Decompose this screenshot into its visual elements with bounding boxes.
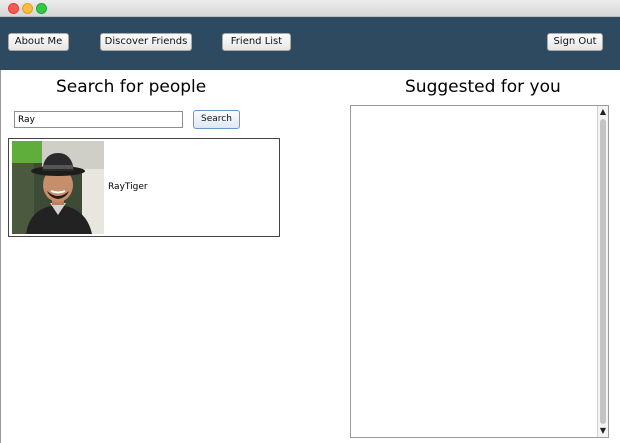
close-window-button[interactable]: [8, 3, 19, 14]
maximize-window-button[interactable]: [36, 3, 47, 14]
title-bar: [0, 0, 620, 17]
minimize-window-button[interactable]: [22, 3, 33, 14]
search-result-item[interactable]: RayTiger: [8, 138, 280, 237]
search-heading: Search for people: [56, 77, 207, 97]
search-input[interactable]: [14, 111, 183, 128]
friend-list-button[interactable]: Friend List: [222, 33, 291, 51]
suggested-list[interactable]: ▲ ▼: [350, 105, 609, 438]
search-panel: Search for people Search: [0, 70, 346, 443]
about-me-button[interactable]: About Me: [8, 33, 69, 51]
suggested-scrollbar[interactable]: ▲ ▼: [597, 106, 608, 437]
avatar: [12, 141, 104, 234]
scroll-up-icon[interactable]: ▲: [598, 106, 608, 118]
search-button[interactable]: Search: [193, 110, 240, 129]
discover-friends-button[interactable]: Discover Friends: [100, 33, 192, 51]
sign-out-button[interactable]: Sign Out: [547, 33, 603, 51]
scroll-down-icon[interactable]: ▼: [598, 425, 608, 437]
person-photo-icon: [12, 141, 104, 234]
app-window: About Me Discover Friends Friend List Si…: [0, 0, 620, 443]
suggested-heading: Suggested for you: [405, 77, 561, 97]
result-name: RayTiger: [108, 182, 148, 192]
suggested-panel: Suggested for you ▲ ▼: [345, 70, 620, 443]
top-navbar: About Me Discover Friends Friend List Si…: [0, 17, 620, 70]
scroll-thumb[interactable]: [600, 119, 606, 424]
